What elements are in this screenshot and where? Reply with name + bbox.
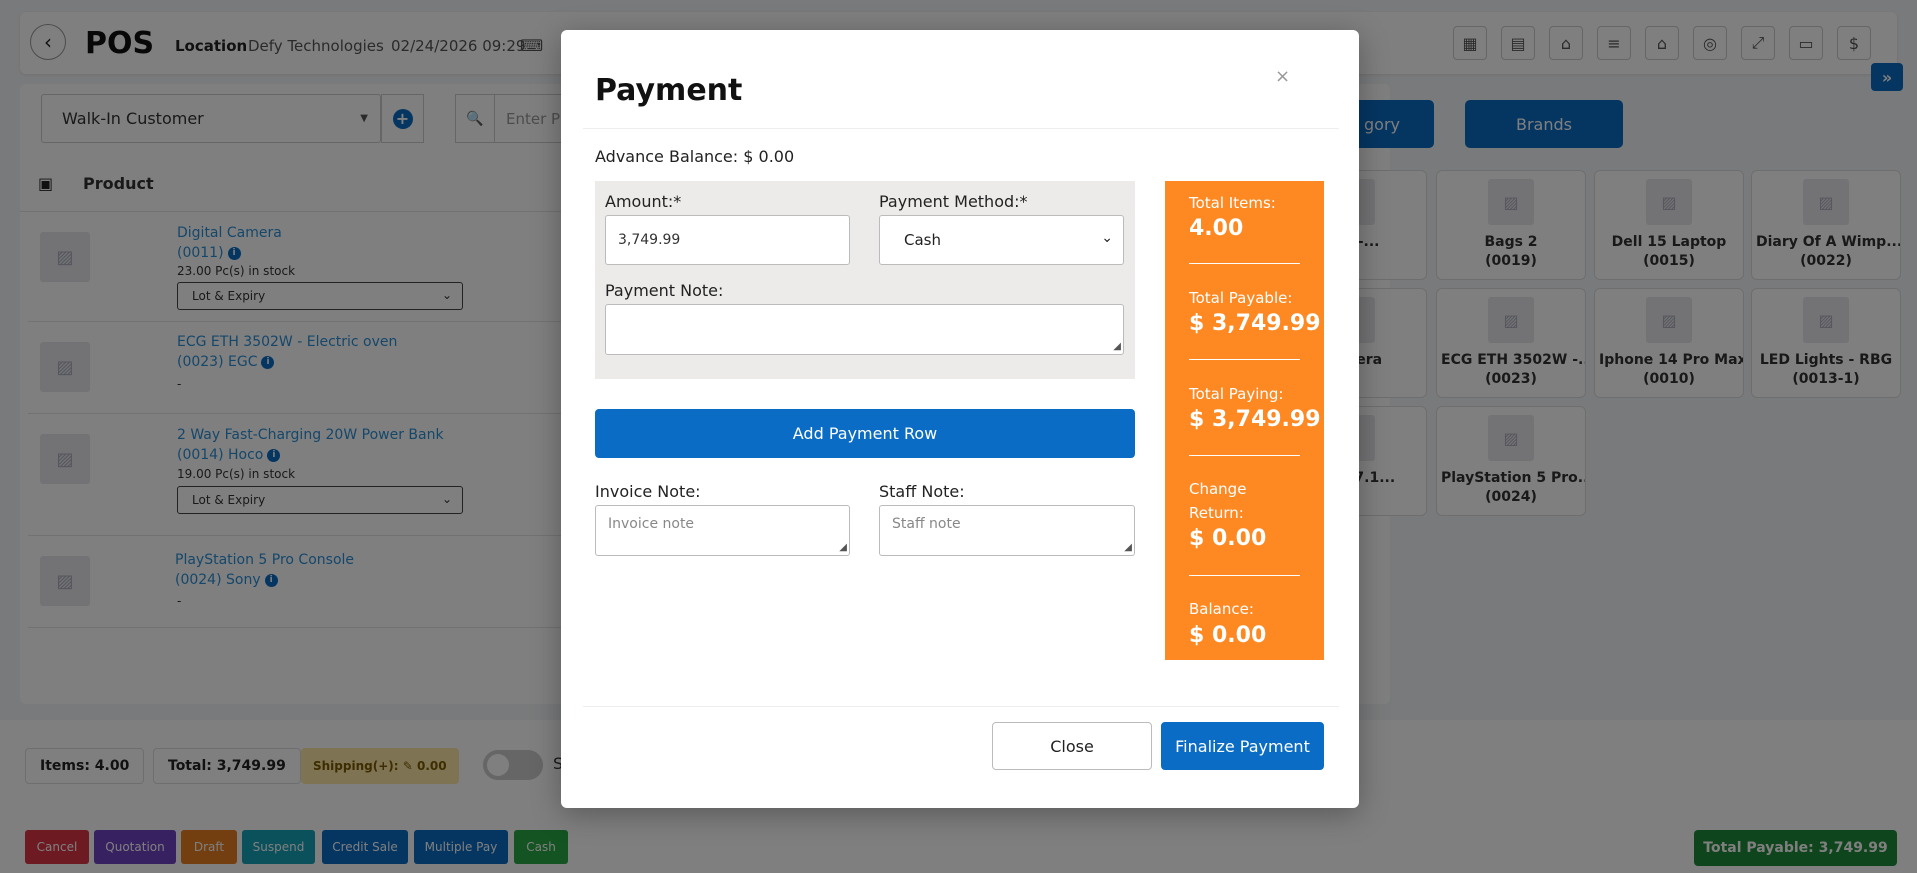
divider (583, 706, 1339, 707)
total-paying-value: $ 3,749.99 (1189, 407, 1321, 432)
payment-note-label: Payment Note: (605, 281, 724, 300)
staff-note-input[interactable]: Staff note ◢ (879, 505, 1135, 556)
total-paying-label: Total Paying: (1189, 385, 1284, 403)
balance-value: $ 0.00 (1189, 623, 1267, 648)
add-payment-row-button[interactable]: Add Payment Row (595, 409, 1135, 458)
total-payable-value: $ 3,749.99 (1189, 311, 1321, 336)
close-icon[interactable]: × (1275, 66, 1290, 87)
close-button[interactable]: Close (992, 722, 1152, 770)
invoice-note-label: Invoice Note: (595, 482, 701, 501)
invoice-note-input[interactable]: Invoice note ◢ (595, 505, 850, 556)
payment-summary: Total Items: 4.00 Total Payable: $ 3,749… (1165, 181, 1324, 660)
change-return-value: $ 0.00 (1189, 526, 1267, 551)
amount-label: Amount:* (605, 192, 682, 211)
resize-handle-icon[interactable]: ◢ (839, 543, 847, 553)
payment-note-input[interactable]: ◢ (605, 304, 1124, 355)
divider (1189, 359, 1300, 360)
divider (1189, 575, 1300, 576)
divider (1189, 263, 1300, 264)
total-items-label: Total Items: (1189, 194, 1276, 212)
advance-balance: Advance Balance: $ 0.00 (595, 147, 795, 166)
total-items-value: 4.00 (1189, 216, 1244, 241)
chevron-down-icon: ⌄ (1101, 230, 1113, 246)
payment-modal: Payment × Advance Balance: $ 0.00 Amount… (561, 30, 1359, 808)
divider (1189, 455, 1300, 456)
amount-input[interactable]: 3,749.99 (605, 215, 850, 265)
modal-title: Payment (595, 73, 743, 108)
payment-method-value: Cash (904, 231, 941, 249)
change-return-label: Change Return: (1189, 480, 1247, 522)
payment-method-select[interactable]: Cash ⌄ (879, 215, 1124, 265)
total-payable-label: Total Payable: (1189, 289, 1293, 307)
resize-handle-icon[interactable]: ◢ (1124, 543, 1132, 553)
resize-handle-icon[interactable]: ◢ (1113, 342, 1121, 352)
payment-method-label: Payment Method:* (879, 192, 1028, 211)
payment-row: Amount:* 3,749.99 Payment Method:* Cash … (595, 181, 1135, 379)
balance-label: Balance: (1189, 600, 1254, 618)
finalize-payment-button[interactable]: Finalize Payment (1161, 722, 1324, 770)
staff-note-label: Staff Note: (879, 482, 965, 501)
divider (583, 128, 1339, 129)
